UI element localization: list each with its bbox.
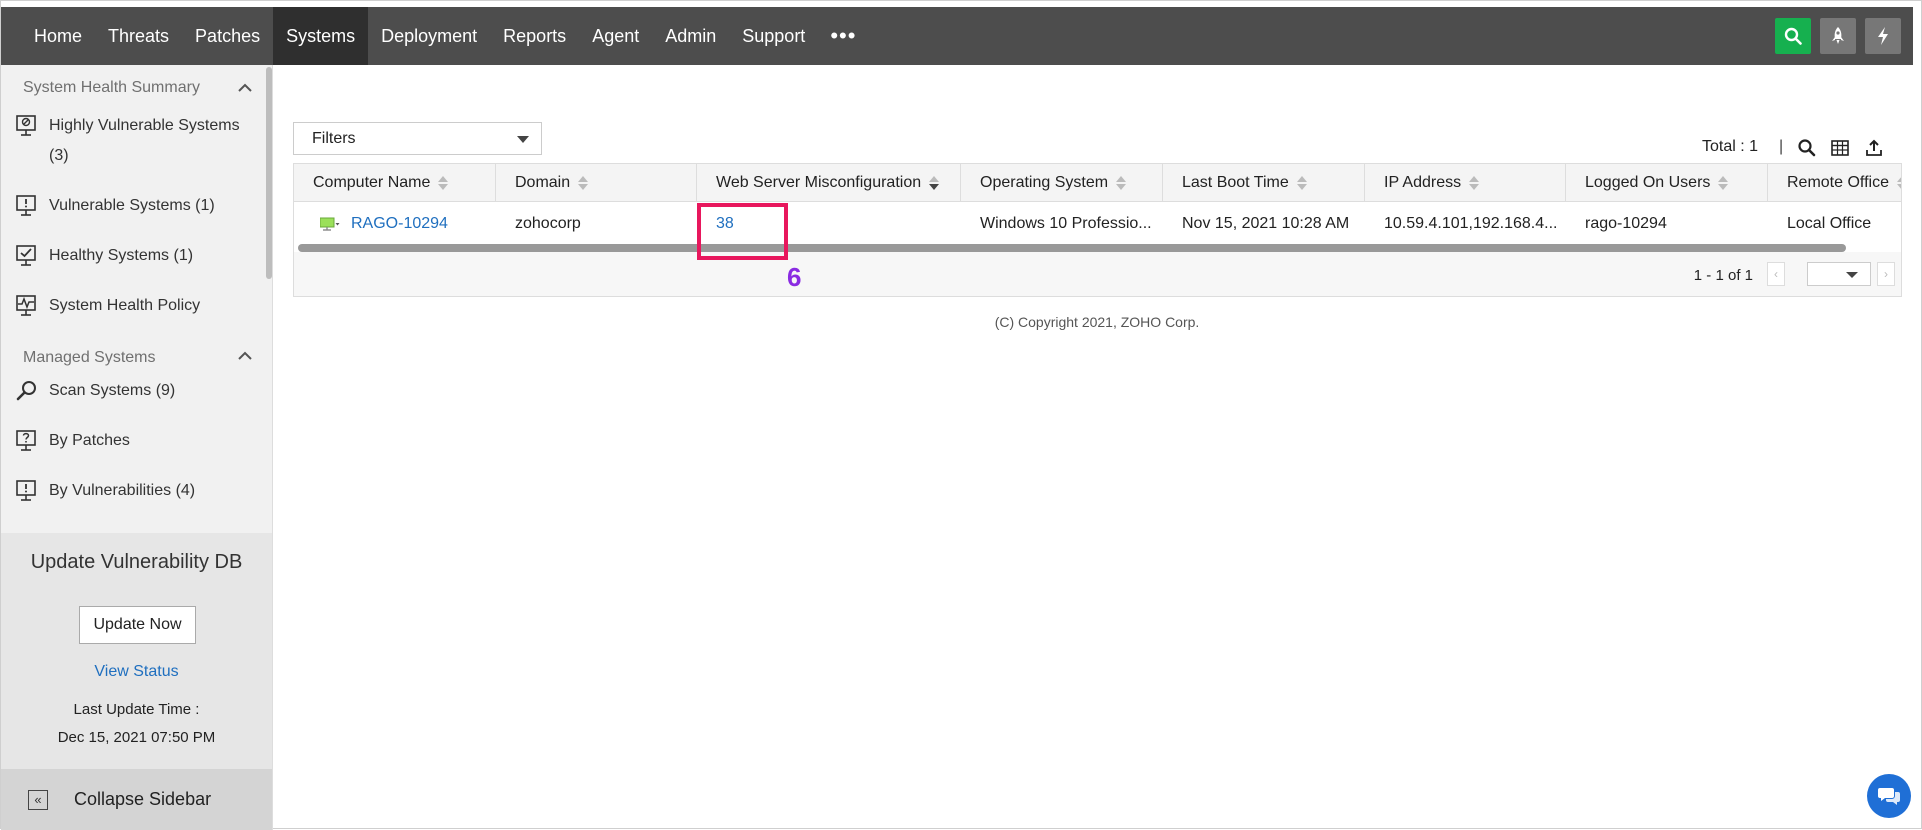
sidebar-item-label: By Vulnerabilities (4) xyxy=(49,482,196,499)
nav-support[interactable]: Support xyxy=(729,7,818,65)
sidebar-item-label: Highly Vulnerable Systems xyxy=(49,117,240,134)
magnifier-icon xyxy=(16,381,36,401)
sidebar-item-vulnerable-systems[interactable]: Vulnerable Systems (1) xyxy=(15,191,255,221)
nav-deployment[interactable]: Deployment xyxy=(368,7,490,65)
column-header-logged-on-users[interactable]: Logged On Users xyxy=(1566,164,1768,202)
column-header-remote-office[interactable]: Remote Office xyxy=(1768,164,1901,202)
chevron-up-icon[interactable] xyxy=(238,83,252,93)
table-footer: 1 - 1 of 1 ‹ › xyxy=(294,252,1901,296)
cell-domain: zohocorp xyxy=(515,215,581,232)
total-count: Total : 1 xyxy=(1701,138,1758,155)
nav-more-button[interactable]: ••• xyxy=(818,7,868,65)
sidebar-item-healthy-systems[interactable]: Healthy Systems (1) xyxy=(15,241,255,271)
update-panel-title: Update Vulnerability DB xyxy=(30,551,243,573)
sidebar-item-scan-systems[interactable]: Scan Systems (9) xyxy=(15,376,255,406)
sidebar-item-label: By Patches xyxy=(49,432,130,449)
rocket-icon xyxy=(1832,27,1844,44)
section-title-system-health-summary: System Health Summary xyxy=(23,79,200,96)
sidebar-item-label: Healthy Systems (1) xyxy=(49,247,194,264)
quick-actions-button[interactable] xyxy=(1865,18,1901,54)
update-vulnerability-db-panel: Update Vulnerability DB Update Now View … xyxy=(1,533,272,769)
cell-ip-address: 10.59.4.101,192.168.4... xyxy=(1384,215,1558,232)
chevron-up-icon[interactable] xyxy=(238,351,252,361)
next-page-button[interactable]: › xyxy=(1877,262,1895,286)
nav-systems[interactable]: Systems xyxy=(273,7,369,65)
previous-page-button[interactable]: ‹ xyxy=(1767,262,1785,286)
nav-admin[interactable]: Admin xyxy=(652,7,729,65)
pagination-range: 1 - 1 of 1 xyxy=(1693,267,1753,284)
sort-icon xyxy=(1296,175,1307,191)
monitor-question-icon xyxy=(16,430,36,451)
nav-agent[interactable]: Agent xyxy=(579,7,652,65)
sort-icon xyxy=(1718,175,1729,191)
copyright-text: (C) Copyright 2021, ZOHO Corp. xyxy=(994,314,1200,330)
computer-status-icon[interactable] xyxy=(320,217,340,231)
annotation-step-number: 6 xyxy=(787,262,802,292)
sidebar-item-label: Scan Systems (9) xyxy=(49,382,176,399)
monitor-check-icon xyxy=(16,245,36,266)
cell-operating-system: Windows 10 Professio... xyxy=(980,215,1152,232)
cell-last-boot-time: Nov 15, 2021 10:28 AM xyxy=(1182,215,1350,232)
sidebar: System Health Summary Highly Vulnerable … xyxy=(1,65,273,830)
collapse-sidebar-label: Collapse Sidebar xyxy=(74,789,212,809)
sidebar-item-by-patches[interactable]: By Patches xyxy=(15,426,255,456)
monitor-alert-icon xyxy=(16,195,36,216)
search-icon[interactable] xyxy=(1797,138,1817,158)
filters-dropdown[interactable]: Filters xyxy=(293,122,542,155)
column-header-web-server-misconfiguration[interactable]: Web Server Misconfiguration xyxy=(697,164,961,202)
toolbar-separator: | xyxy=(1779,138,1784,155)
nav-threats[interactable]: Threats xyxy=(95,7,182,65)
chat-icon xyxy=(1878,788,1900,805)
export-icon[interactable] xyxy=(1864,138,1884,158)
cell-remote-office: Local Office xyxy=(1787,215,1872,232)
monitor-warning-icon xyxy=(16,115,36,136)
sort-icon xyxy=(1469,175,1480,191)
quick-launch-button[interactable] xyxy=(1820,18,1856,54)
monitor-alert-icon xyxy=(16,480,36,501)
sidebar-item-count: (3) xyxy=(49,147,69,164)
nav-patches[interactable]: Patches xyxy=(182,7,273,65)
filters-label: Filters xyxy=(312,129,356,147)
last-update-time-label: Last Update Time : xyxy=(73,701,200,718)
sort-icon xyxy=(1116,175,1127,191)
section-title-managed-systems: Managed Systems xyxy=(23,349,156,366)
lightning-icon xyxy=(1878,27,1888,45)
sidebar-scrollbar[interactable] xyxy=(266,67,272,279)
sidebar-item-highly-vulnerable-systems[interactable]: Highly Vulnerable Systems (3) xyxy=(15,111,255,171)
table-header: Computer Name Domain Web Server Misconfi… xyxy=(294,164,1901,202)
global-search-button[interactable] xyxy=(1775,18,1811,54)
collapse-sidebar-button[interactable]: « Collapse Sidebar xyxy=(1,769,272,830)
caret-down-icon xyxy=(517,136,529,143)
update-now-button[interactable]: Update Now xyxy=(79,606,196,644)
view-status-link[interactable]: View Status xyxy=(1,663,272,681)
nav-reports[interactable]: Reports xyxy=(490,7,579,65)
chat-button[interactable] xyxy=(1867,774,1911,818)
sort-desc-icon xyxy=(929,175,940,191)
cell-computer-name: RAGO-10294 xyxy=(294,202,496,246)
column-header-domain[interactable]: Domain xyxy=(496,164,697,202)
last-update-time-value: Dec 15, 2021 07:50 PM xyxy=(57,729,216,746)
systems-table: Computer Name Domain Web Server Misconfi… xyxy=(293,163,1902,297)
sort-icon xyxy=(1896,175,1901,191)
computer-name-link[interactable]: RAGO-10294 xyxy=(351,215,448,233)
column-header-operating-system[interactable]: Operating System xyxy=(961,164,1163,202)
sidebar-item-by-vulnerabilities[interactable]: By Vulnerabilities (4) xyxy=(15,476,255,506)
cell-logged-on-users: rago-10294 xyxy=(1585,215,1667,232)
column-header-ip-address[interactable]: IP Address xyxy=(1365,164,1566,202)
sort-icon xyxy=(438,175,449,191)
page-size-select[interactable] xyxy=(1807,262,1871,286)
column-header-last-boot-time[interactable]: Last Boot Time xyxy=(1163,164,1365,202)
annotation-highlight-box xyxy=(697,203,788,260)
search-icon xyxy=(1784,27,1802,45)
double-chevron-left-icon: « xyxy=(28,789,48,810)
sidebar-item-label: Vulnerable Systems (1) xyxy=(49,197,215,214)
table-row: RAGO-10294 zohocorp 38 Windows 10 Profes… xyxy=(294,202,1901,246)
sort-icon xyxy=(578,175,589,191)
column-header-computer-name[interactable]: Computer Name xyxy=(294,164,496,202)
top-navigation-bar: Home Threats Patches Systems Deployment … xyxy=(1,7,1913,65)
column-chooser-icon[interactable] xyxy=(1830,138,1850,158)
horizontal-scrollbar[interactable] xyxy=(298,244,1846,252)
nav-home[interactable]: Home xyxy=(1,7,95,65)
app-window: Home Threats Patches Systems Deployment … xyxy=(0,0,1922,830)
